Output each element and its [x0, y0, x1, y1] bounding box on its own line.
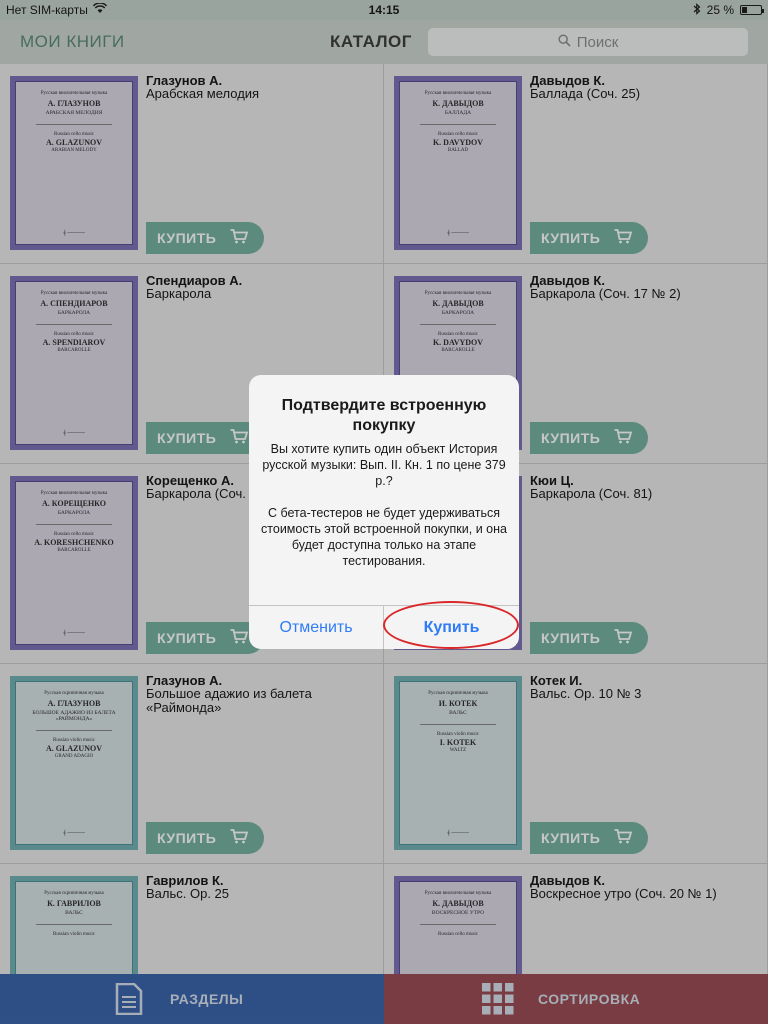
dialog-title: Подтвердите встроенную покупку — [281, 397, 487, 434]
dialog-message: Вы хотите купить один объект История рус… — [261, 442, 507, 568]
purchase-confirmation-dialog: Подтвердите встроенную покупку Вы хотите… — [249, 375, 519, 649]
confirm-buy-button[interactable]: Купить — [384, 606, 519, 649]
cancel-button[interactable]: Отменить — [249, 606, 383, 649]
